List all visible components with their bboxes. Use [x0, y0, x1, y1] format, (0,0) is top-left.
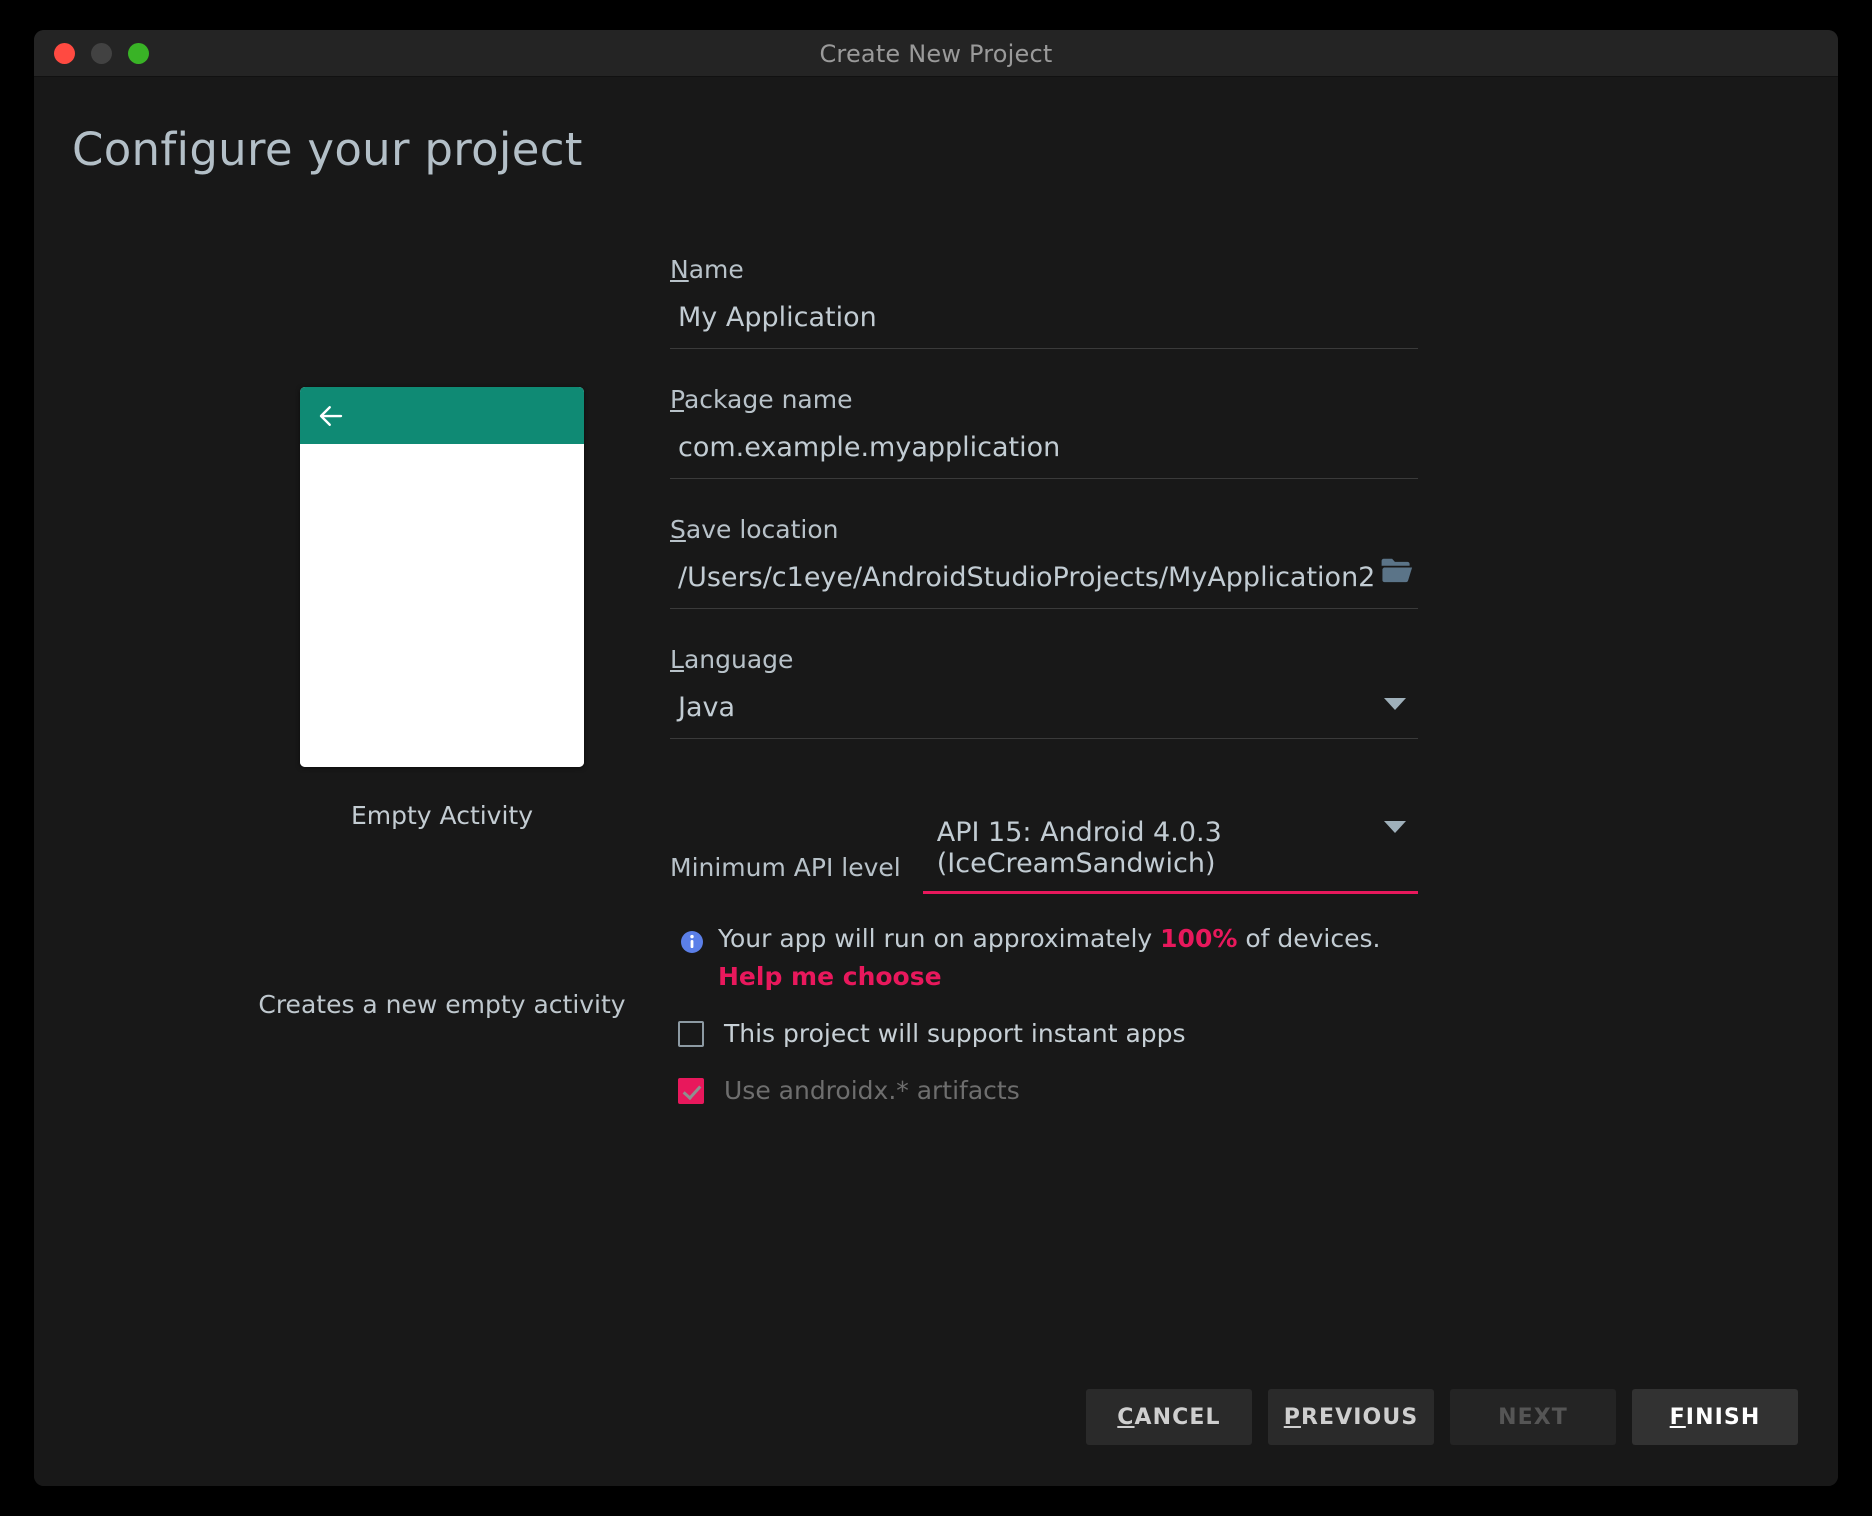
page-title: Configure your project [72, 123, 583, 176]
devices-percent: 100% [1160, 924, 1238, 953]
chevron-down-icon[interactable] [1384, 821, 1406, 833]
instant-apps-label: This project will support instant apps [724, 1019, 1186, 1048]
preview-content-area [300, 444, 584, 767]
chevron-down-icon[interactable] [1384, 698, 1406, 710]
package-name-label: Package name [670, 385, 853, 414]
cancel-button[interactable]: C ANCEL [1086, 1389, 1252, 1445]
min-api-label: Minimum API level [670, 853, 901, 882]
field-language: Language Java [670, 645, 1418, 739]
devices-info-suffix: of devices. [1237, 924, 1381, 953]
project-form: Name My Application Package name com.exa… [670, 255, 1418, 1105]
language-label: Language [670, 645, 794, 674]
devices-info-line: Your app will run on approximately 100% … [670, 924, 1418, 954]
language-selected-value: Java [678, 692, 736, 723]
field-package-name: Package name com.example.myapplication [670, 385, 1418, 479]
dialog-body: Configure your project Empty Activity Cr… [34, 77, 1838, 1486]
next-button: NEXT [1450, 1389, 1616, 1445]
dialog-footer: C ANCEL P REVIOUS NEXT F INISH [1086, 1389, 1798, 1445]
androidx-checkbox [678, 1077, 704, 1104]
language-select[interactable]: Java [670, 692, 1418, 739]
activity-preview-image [300, 387, 584, 767]
template-description: Creates a new empty activity [258, 990, 626, 1019]
help-me-choose-link[interactable]: Help me choose [718, 962, 942, 991]
instant-apps-row[interactable]: This project will support instant apps [670, 1019, 1418, 1048]
back-arrow-icon [319, 405, 343, 426]
field-save-location: Save location /Users/c1eye/AndroidStudio… [670, 515, 1418, 609]
window-titlebar: Create New Project [34, 30, 1838, 77]
info-icon [681, 931, 703, 953]
androidx-label: Use androidx.* artifacts [724, 1076, 1020, 1105]
package-name-input[interactable]: com.example.myapplication [670, 432, 1418, 479]
window-title: Create New Project [819, 40, 1053, 68]
androidx-row: Use androidx.* artifacts [670, 1076, 1418, 1105]
previous-button[interactable]: P REVIOUS [1268, 1389, 1434, 1445]
folder-icon[interactable] [1380, 556, 1414, 584]
field-min-api-level: Minimum API level API 15: Android 4.0.3 … [670, 817, 1418, 894]
devices-info-text: Your app will run on approximately 100% … [718, 924, 1380, 953]
save-location-row: /Users/c1eye/AndroidStudioProjects/MyApp… [670, 558, 1418, 609]
template-name: Empty Activity [350, 801, 534, 830]
save-location-input[interactable]: /Users/c1eye/AndroidStudioProjects/MyApp… [678, 562, 1375, 593]
finish-button[interactable]: F INISH [1632, 1389, 1798, 1445]
create-new-project-window: Create New Project Configure your projec… [34, 30, 1838, 1486]
min-api-selected-value: API 15: Android 4.0.3 (IceCreamSandwich) [936, 817, 1222, 879]
preview-appbar [300, 387, 584, 444]
name-input[interactable]: My Application [670, 302, 1418, 349]
name-label: Name [670, 255, 744, 284]
instant-apps-checkbox[interactable] [678, 1020, 704, 1047]
min-api-select[interactable]: API 15: Android 4.0.3 (IceCreamSandwich) [922, 817, 1418, 894]
devices-info-prefix: Your app will run on approximately [718, 924, 1161, 953]
template-preview-panel: Empty Activity Creates a new empty activ… [212, 387, 672, 1019]
save-location-label: Save location [670, 515, 839, 544]
field-name: Name My Application [670, 255, 1418, 349]
